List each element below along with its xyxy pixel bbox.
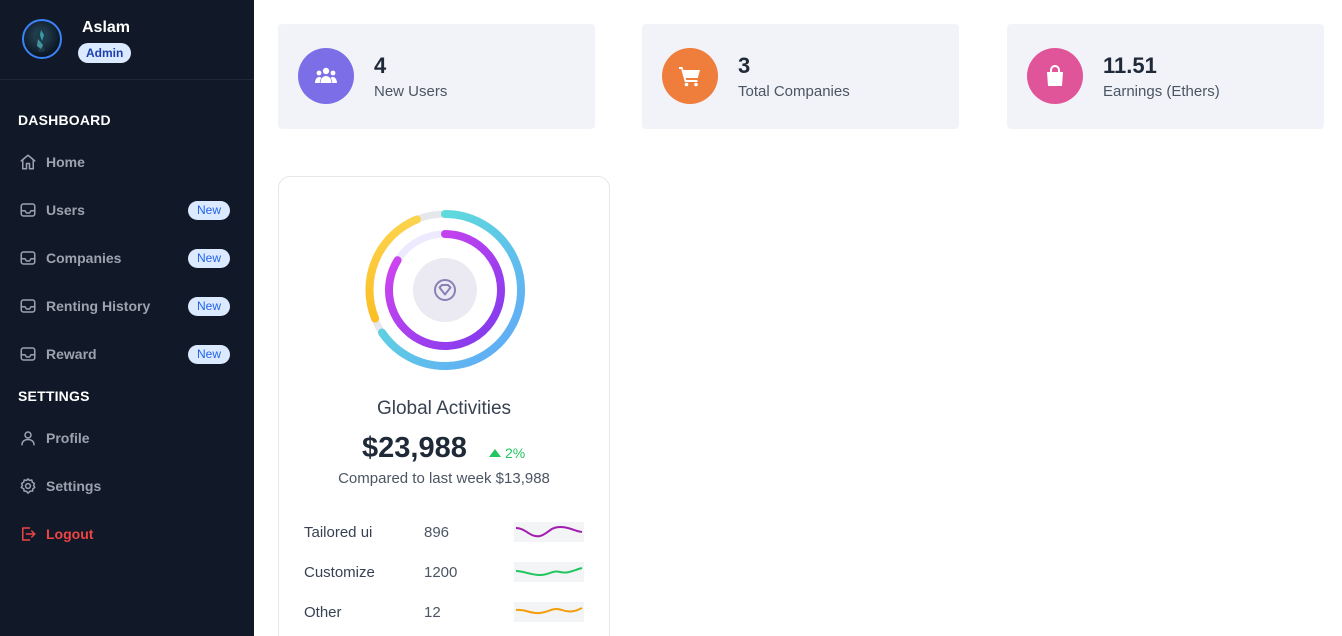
users-icon [298, 48, 354, 104]
sparkline [514, 522, 584, 542]
activity-amount: $23,988 [362, 432, 467, 464]
row-label: Customize [304, 564, 375, 581]
list-item: Tailored ui 896 [304, 521, 589, 545]
home-icon [20, 154, 36, 170]
role-badge: Admin [78, 43, 132, 63]
sidebar-item-label: Home [46, 154, 85, 170]
inbox-icon [20, 299, 36, 313]
profile-name: Aslam [82, 19, 131, 36]
section-title-settings: SETTINGS [18, 388, 90, 404]
new-badge: New [188, 249, 230, 268]
user-icon [21, 431, 35, 446]
gear-icon [20, 478, 36, 494]
stat-value: 11.51 [1103, 53, 1157, 78]
shopping-bag-icon [1027, 48, 1083, 104]
new-badge: New [188, 345, 230, 364]
row-label: Other [304, 604, 342, 621]
cart-icon [662, 48, 718, 104]
row-value: 896 [424, 524, 450, 541]
list-item: Other 12 [304, 601, 589, 625]
sidebar-item-renting-history[interactable]: Renting History New [0, 288, 254, 324]
sidebar-item-label: Users [46, 202, 85, 218]
sidebar-item-logout[interactable]: Logout [0, 516, 254, 552]
inbox-icon [20, 251, 36, 265]
new-badge: New [188, 297, 230, 316]
logout-icon [22, 527, 36, 541]
activity-title: Global Activities [376, 398, 512, 419]
sparkline [514, 562, 584, 582]
profile-header: Aslam Admin [0, 0, 254, 80]
sidebar: Aslam Admin DASHBOARD Home Users New Com… [0, 0, 254, 636]
new-badge: New [188, 201, 230, 220]
sidebar-item-settings[interactable]: Settings [0, 468, 254, 504]
compare-text: Compared to last week $13,988 [338, 470, 550, 487]
sidebar-item-label: Renting History [46, 298, 151, 314]
stat-card-new-users: 4 New Users [278, 24, 595, 129]
trend-value: 2% [505, 445, 526, 461]
arrow-up-icon [489, 449, 501, 457]
sidebar-item-label: Settings [46, 478, 102, 494]
sidebar-item-label: Reward [46, 346, 97, 362]
inbox-icon [20, 203, 36, 217]
sidebar-item-companies[interactable]: Companies New [0, 240, 254, 276]
sidebar-item-label: Logout [46, 526, 94, 542]
global-activities-card: Global Activities $23,988 2% Compared to… [278, 176, 610, 636]
row-label: Tailored ui [304, 524, 373, 541]
sidebar-item-profile[interactable]: Profile [0, 420, 254, 456]
sparkline [514, 602, 584, 622]
sidebar-item-label: Companies [46, 250, 122, 266]
stat-card-total-companies: 3 Total Companies [642, 24, 959, 129]
sidebar-item-reward[interactable]: Reward New [0, 336, 254, 372]
inbox-icon [20, 347, 36, 361]
activity-ring-chart [365, 210, 525, 370]
section-title-dashboard: DASHBOARD [18, 112, 111, 128]
avatar[interactable] [22, 19, 62, 59]
sidebar-item-label: Profile [46, 430, 90, 446]
stat-label: Earnings (Ethers) [1103, 83, 1220, 100]
stat-value: 4 [374, 53, 387, 78]
row-value: 1200 [424, 564, 458, 581]
stat-label: New Users [374, 83, 448, 100]
stat-label: Total Companies [738, 83, 850, 100]
row-value: 12 [424, 604, 441, 621]
sidebar-item-users[interactable]: Users New [0, 192, 254, 228]
trend-indicator: 2% [489, 445, 525, 461]
stat-value: 3 [738, 53, 751, 78]
app-root: Aslam Admin DASHBOARD Home Users New Com… [0, 0, 1342, 636]
stat-card-earnings: 11.51 Earnings (Ethers) [1007, 24, 1324, 129]
list-item: Customize 1200 [304, 561, 589, 585]
sidebar-item-home[interactable]: Home [0, 144, 254, 180]
